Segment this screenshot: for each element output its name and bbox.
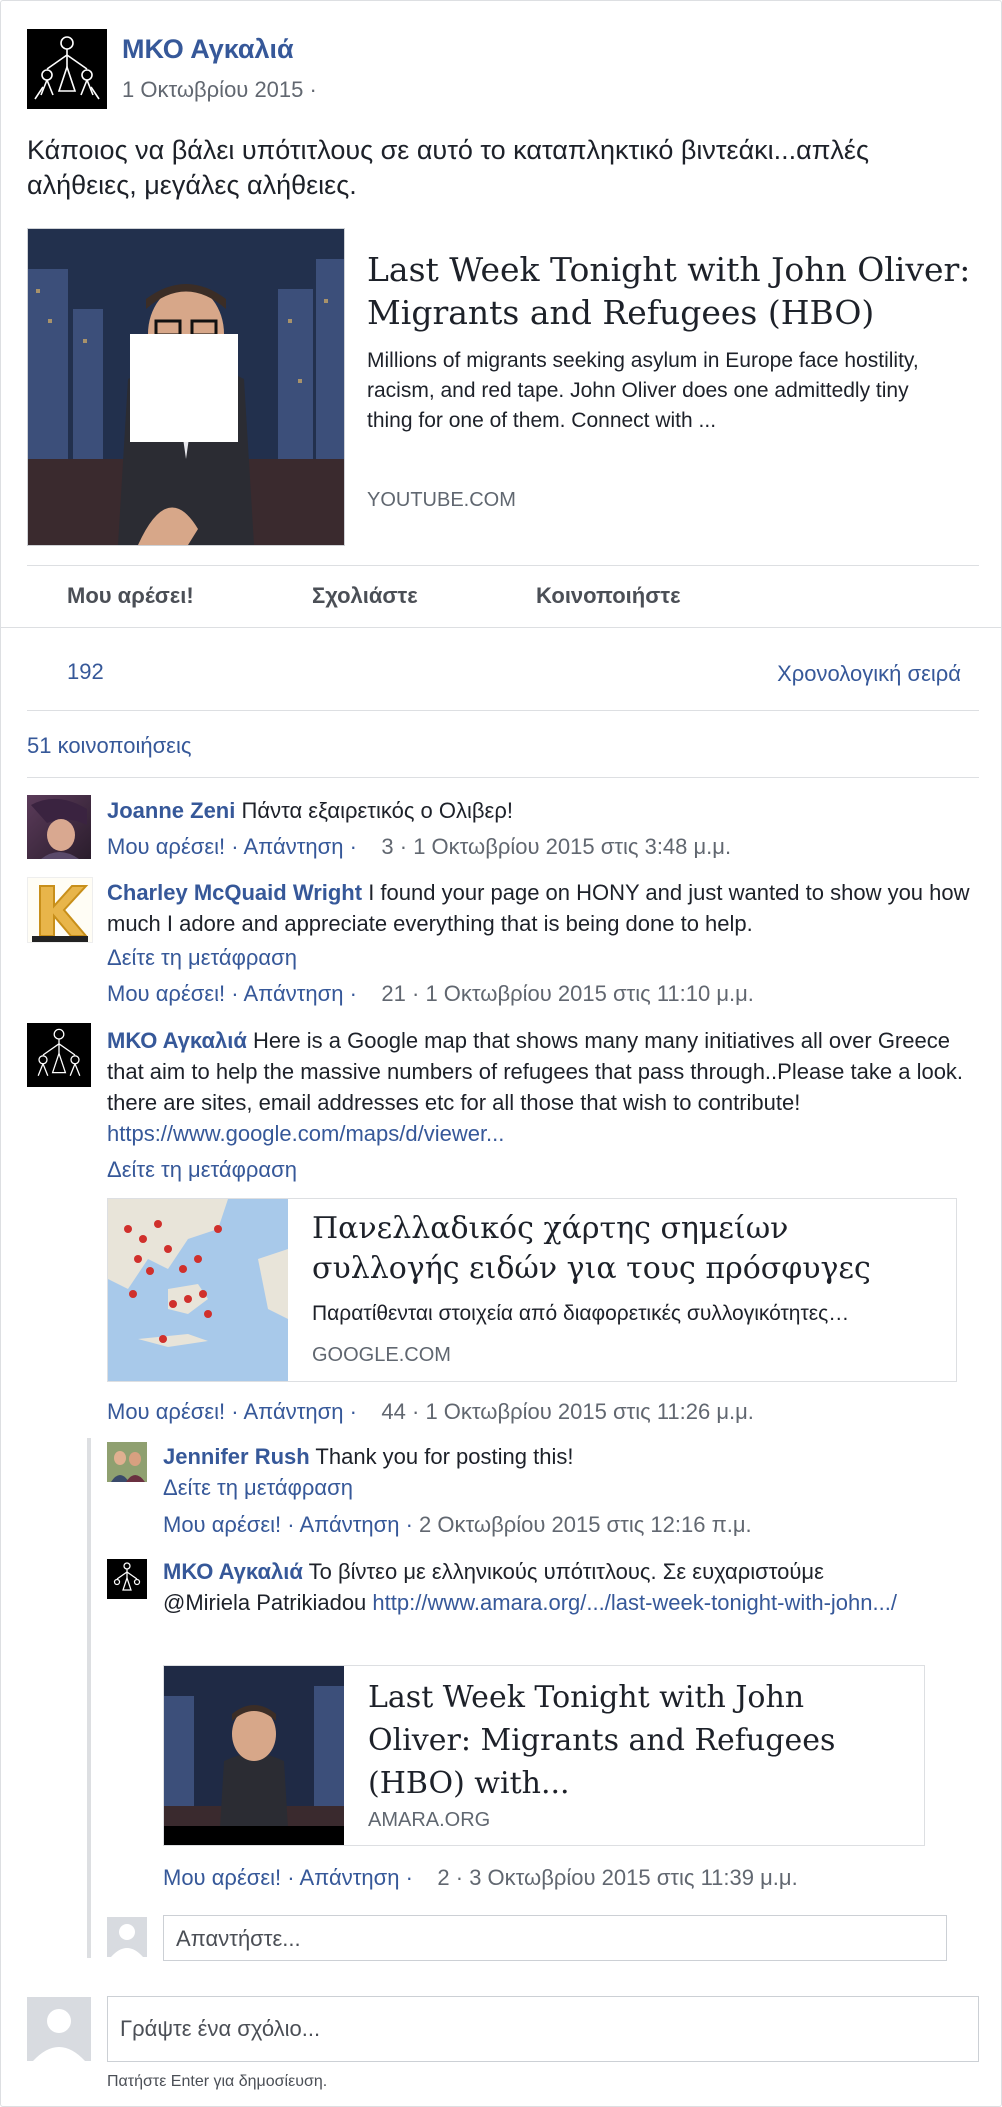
comment: ΜΚΟ Αγκαλιά Here is a Google map that sh… <box>107 1025 977 1149</box>
comment-like-count[interactable]: 44 <box>381 1399 405 1424</box>
reply-input[interactable]: Απαντήστε... <box>163 1915 947 1961</box>
see-translation-link[interactable]: Δείτε τη μετάφραση <box>163 1475 353 1501</box>
like-button[interactable]: Μου αρέσει! <box>67 583 194 609</box>
comment-author[interactable]: ΜΚΟ Αγκαλιά <box>107 1028 247 1053</box>
comment-input-hint: Πατήστε Enter για δημοσίευση. <box>107 2073 328 2090</box>
link-title[interactable]: Last Week Tonight with John Oliver: Migr… <box>367 248 977 334</box>
comment-input[interactable]: Γράψτε ένα σχόλιο... <box>107 1996 979 2062</box>
comment-time[interactable]: 1 Οκτωβρίου 2015 στις 11:10 μ.μ. <box>425 981 754 1006</box>
comment-button[interactable]: Σχολιάστε <box>312 583 418 609</box>
comment-time[interactable]: 1 Οκτωβρίου 2015 στις 3:48 μ.μ. <box>413 834 731 859</box>
page-name[interactable]: ΜΚΟ Αγκαλιά <box>122 34 294 65</box>
divider <box>1 627 1001 628</box>
see-translation-link[interactable]: Δείτε τη μετάφραση <box>107 1157 297 1183</box>
post-date[interactable]: 1 Οκτωβρίου 2015 · <box>122 77 317 103</box>
map-link-preview[interactable]: Πανελλαδικός χάρτης σημείων συλλογής ειδ… <box>107 1198 957 1382</box>
reply-meta: Μου αρέσει! · Απάντηση · 2 Οκτωβρίου 201… <box>163 1512 752 1537</box>
link-description: Millions of migrants seeking asylum in E… <box>367 349 919 432</box>
reply: ΜΚΟ Αγκαλιά Το βίντεο με ελληνικούς υπότ… <box>163 1556 903 1618</box>
reply-time[interactable]: 2 Οκτωβρίου 2015 στις 12:16 π.μ. <box>419 1512 752 1537</box>
amara-link-domain: AMARA.ORG <box>368 1809 491 1831</box>
comment-reply-link[interactable]: Απάντηση <box>243 981 343 1006</box>
reply: Jennifer Rush Thank you for posting this… <box>163 1441 973 1472</box>
comment-author[interactable]: Charley McQuaid Wright <box>107 880 362 905</box>
amara-link-title[interactable]: Last Week Tonight with John Oliver: Migr… <box>368 1676 908 1805</box>
map-link-domain: GOOGLE.COM <box>312 1344 451 1366</box>
reply-text: Thank you for posting this! <box>315 1444 574 1469</box>
avatar[interactable] <box>27 877 93 943</box>
comment: Charley McQuaid Wright I found your page… <box>107 877 977 939</box>
comment-like-count[interactable]: 3 <box>381 834 393 859</box>
reply-input-placeholder: Απαντήστε... <box>176 1926 301 1951</box>
comment-reply-link[interactable]: Απάντηση <box>243 1399 343 1424</box>
divider <box>27 565 979 566</box>
comment-meta: Μου αρέσει! · Απάντηση · 21 · 1 Οκτωβρίο… <box>107 981 754 1006</box>
avatar[interactable] <box>27 1023 91 1087</box>
comment-reply-link[interactable]: Απάντηση <box>243 834 343 859</box>
user-avatar <box>107 1917 147 1957</box>
comment-author[interactable]: Joanne Zeni <box>107 798 235 823</box>
post-card: ΜΚΟ Αγκαλιά 1 Οκτωβρίου 2015 · Κάποιος ν… <box>0 0 1002 2107</box>
comment-like-link[interactable]: Μου αρέσει! <box>107 1399 225 1424</box>
reply-like-count[interactable]: 2 <box>437 1865 449 1890</box>
see-translation-link[interactable]: Δείτε τη μετάφραση <box>107 945 297 971</box>
reply-meta: Μου αρέσει! · Απάντηση · 2 · 3 Οκτωβρίου… <box>163 1865 798 1890</box>
video-thumbnail[interactable] <box>27 228 345 546</box>
reply-reply-link[interactable]: Απάντηση <box>299 1512 399 1537</box>
reply-reply-link[interactable]: Απάντηση <box>299 1865 399 1890</box>
comment-meta: Μου αρέσει! · Απάντηση · 44 · 1 Οκτωβρίο… <box>107 1399 754 1424</box>
share-button[interactable]: Κοινοποιήστε <box>536 583 681 609</box>
avatar[interactable] <box>107 1442 147 1482</box>
reply-like-link[interactable]: Μου αρέσει! <box>163 1512 281 1537</box>
reply-like-link[interactable]: Μου αρέσει! <box>163 1865 281 1890</box>
sort-order-link[interactable]: Χρονολογική σειρά <box>777 661 961 687</box>
comment: Joanne Zeni Πάντα εξαιρετικός ο Ολιβερ! <box>107 795 977 826</box>
divider <box>27 710 979 711</box>
comment-meta: Μου αρέσει! · Απάντηση · 3 · 1 Οκτωβρίου… <box>107 834 732 859</box>
map-thumbnail[interactable] <box>108 1199 288 1381</box>
comment-text: Πάντα εξαιρετικός ο Ολιβερ! <box>241 798 513 823</box>
like-count[interactable]: 192 <box>67 659 104 685</box>
reply-thread-line <box>87 1438 91 1958</box>
map-link-description: Παρατίθενται στοιχεία από διαφορετικές σ… <box>312 1302 850 1325</box>
avatar[interactable] <box>107 1559 147 1599</box>
comment-input-placeholder: Γράψτε ένα σχόλιο... <box>120 2016 321 2041</box>
comment-like-link[interactable]: Μου αρέσει! <box>107 834 225 859</box>
reply-url[interactable]: http://www.amara.org/.../last-week-tonig… <box>372 1590 897 1615</box>
page-avatar[interactable] <box>27 29 107 109</box>
video-thumbnail[interactable] <box>164 1666 344 1845</box>
comment-url[interactable]: https://www.google.com/maps/d/viewer... <box>107 1121 504 1146</box>
amara-link-preview[interactable]: Last Week Tonight with John Oliver: Migr… <box>163 1665 925 1846</box>
reply-time[interactable]: 3 Οκτωβρίου 2015 στις 11:39 μ.μ. <box>469 1865 798 1890</box>
comment-time[interactable]: 1 Οκτωβρίου 2015 στις 11:26 μ.μ. <box>425 1399 754 1424</box>
shares-count[interactable]: 51 κοινοποιήσεις <box>27 733 191 759</box>
avatar[interactable] <box>27 795 91 859</box>
divider <box>27 777 979 778</box>
link-preview[interactable]: Last Week Tonight with John Oliver: Migr… <box>27 228 980 546</box>
comment-like-count[interactable]: 21 <box>381 981 405 1006</box>
link-domain: YOUTUBE.COM <box>367 489 516 511</box>
comment-like-link[interactable]: Μου αρέσει! <box>107 981 225 1006</box>
map-link-title[interactable]: Πανελλαδικός χάρτης σημείων συλλογής ειδ… <box>312 1209 932 1289</box>
user-avatar <box>27 1997 91 2061</box>
reply-author[interactable]: Jennifer Rush <box>163 1444 310 1469</box>
reply-author[interactable]: ΜΚΟ Αγκαλιά <box>163 1559 303 1584</box>
post-text: Κάποιος να βάλει υπότιτλους σε αυτό το κ… <box>27 135 869 200</box>
